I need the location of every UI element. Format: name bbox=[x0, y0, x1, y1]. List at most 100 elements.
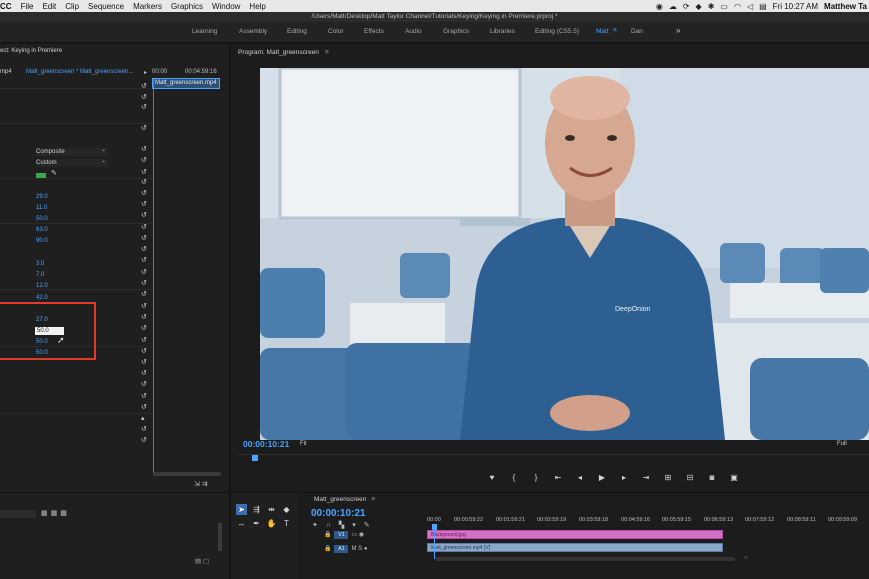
program-playhead[interactable] bbox=[252, 455, 258, 461]
param-value[interactable]: 3.0 bbox=[36, 261, 44, 267]
reset-icon[interactable]: ↺ bbox=[141, 347, 147, 355]
param-value[interactable]: 29.0 bbox=[36, 194, 48, 200]
settings-dropdown[interactable]: Custom bbox=[36, 157, 108, 167]
key-color-swatch[interactable] bbox=[36, 173, 46, 178]
param-value[interactable]: 7.0 bbox=[36, 272, 44, 278]
hand-icon[interactable]: ✋ bbox=[266, 518, 277, 529]
lock-icon[interactable]: 🔒 bbox=[324, 546, 331, 552]
play-icon[interactable]: ▸ bbox=[144, 69, 147, 76]
workspace-matt[interactable]: Matt bbox=[596, 28, 609, 35]
reset-icon[interactable]: ↺ bbox=[141, 93, 147, 101]
bin-icons[interactable]: ▦▦▦ bbox=[41, 509, 70, 517]
workspace-effects[interactable]: Effects bbox=[364, 28, 384, 35]
eye-icon[interactable]: ◉ bbox=[359, 532, 364, 538]
reset-icon[interactable]: ↺ bbox=[141, 211, 147, 219]
creative-cloud-icon[interactable]: ☁ bbox=[669, 2, 677, 11]
zoom-dropdown[interactable]: Fit bbox=[300, 441, 330, 449]
workspace-editing[interactable]: Editing bbox=[287, 28, 307, 35]
reset-icon[interactable]: ↺ bbox=[141, 392, 147, 400]
ec-clip-bar[interactable]: Matt_greenscreen.mp4 bbox=[152, 78, 220, 89]
param-value[interactable]: 63.0 bbox=[36, 227, 48, 233]
reset-icon[interactable]: ↺ bbox=[141, 425, 147, 433]
zoom-handle-icon[interactable]: ○ bbox=[744, 555, 748, 561]
pen-icon[interactable]: ✒ bbox=[251, 518, 262, 529]
wifi-icon[interactable]: ◠ bbox=[734, 2, 741, 11]
workspace-graphics[interactable]: Graphics bbox=[443, 28, 469, 35]
reset-icon[interactable]: ↺ bbox=[141, 436, 147, 444]
param-value[interactable]: 42.0 bbox=[36, 295, 48, 301]
timeline-tool-icons[interactable]: ✦∩▚▾✎ bbox=[312, 521, 378, 529]
step-back-icon[interactable]: ◂ bbox=[574, 473, 586, 482]
panel-menu-icon[interactable]: ≡ bbox=[325, 49, 329, 56]
panel-menu-icon[interactable]: ≡ bbox=[371, 496, 375, 503]
background-clip[interactable]: Background.jpg bbox=[427, 530, 723, 539]
reset-icon[interactable]: ↺ bbox=[141, 336, 147, 344]
go-to-in-icon[interactable]: ⇤ bbox=[552, 473, 564, 482]
timeline-timecode[interactable]: 00:00:10:21 bbox=[311, 508, 365, 519]
workspace-editing-cs55[interactable]: Editing (CS5.5) bbox=[535, 28, 579, 35]
workspace-libraries[interactable]: Libraries bbox=[490, 28, 515, 35]
add-marker-icon[interactable]: ♥ bbox=[486, 473, 498, 482]
program-timecode[interactable]: 00:00:10:21 bbox=[243, 439, 289, 449]
track-label-a1[interactable]: A1 bbox=[334, 545, 349, 553]
param-value[interactable]: 90.0 bbox=[36, 238, 48, 244]
workspace-assembly[interactable]: Assembly bbox=[239, 28, 267, 35]
ripple-edit-icon[interactable]: ⇹ bbox=[266, 504, 277, 515]
type-icon[interactable]: T bbox=[281, 518, 292, 529]
user-name[interactable]: Matthew Ta bbox=[824, 2, 867, 11]
record-icon[interactable]: ◉ bbox=[656, 2, 663, 11]
screen-icon[interactable]: ▭ bbox=[720, 2, 728, 11]
clock[interactable]: Fri 10:27 AM bbox=[773, 2, 818, 11]
play-icon[interactable]: ▶ bbox=[596, 473, 608, 482]
reset-icon[interactable]: ↺ bbox=[141, 268, 147, 276]
compare-icon[interactable]: ▣ bbox=[728, 473, 740, 482]
razor-icon[interactable]: ◆ bbox=[281, 504, 292, 515]
reset-icon[interactable]: ↺ bbox=[141, 124, 147, 132]
menu-markers[interactable]: Markers bbox=[133, 2, 162, 11]
track-label-v1[interactable]: V1 bbox=[334, 531, 349, 539]
param-value[interactable]: 12.0 bbox=[36, 283, 48, 289]
workspace-menu-icon[interactable]: ≡ bbox=[613, 27, 617, 34]
eyedropper-icon[interactable]: ✎ bbox=[51, 169, 57, 177]
workspace-audio[interactable]: Audio bbox=[405, 28, 422, 35]
mark-in-icon[interactable]: { bbox=[508, 473, 520, 482]
sequence-tab[interactable]: Matt_greenscreen ≡ bbox=[314, 496, 375, 503]
menu-file[interactable]: File bbox=[21, 2, 34, 11]
workspace-color[interactable]: Color bbox=[328, 28, 344, 35]
slip-icon[interactable]: ↔ bbox=[236, 518, 247, 529]
reset-icon[interactable]: ↺ bbox=[141, 358, 147, 366]
reset-icon[interactable]: ↺ bbox=[141, 200, 147, 208]
video-clip[interactable]: Matt_greenscreen.mp4 [V] bbox=[427, 543, 723, 552]
reset-icon[interactable]: ↺ bbox=[141, 403, 147, 411]
reset-icon[interactable]: ↺ bbox=[141, 189, 147, 197]
reset-icon[interactable]: ↺ bbox=[141, 313, 147, 321]
mark-out-icon[interactable]: } bbox=[530, 473, 542, 482]
more-workspaces-icon[interactable]: » bbox=[676, 26, 680, 35]
reset-icon[interactable]: ↺ bbox=[141, 156, 147, 164]
reset-icon[interactable]: ↺ bbox=[141, 369, 147, 377]
reset-icon[interactable]: ↺ bbox=[141, 223, 147, 231]
reset-icon[interactable]: ↺ bbox=[141, 168, 147, 176]
camera-icon[interactable]: ◙ bbox=[706, 473, 718, 482]
menu-clip[interactable]: Clip bbox=[65, 2, 79, 11]
mute-icon[interactable]: M bbox=[351, 546, 356, 552]
solo-icon[interactable]: S bbox=[358, 546, 362, 552]
clip-path[interactable]: Matt_greenscreen * Matt_greenscreen... bbox=[26, 69, 133, 75]
timeline-scrollbar[interactable] bbox=[435, 557, 735, 561]
reset-icon[interactable]: ↺ bbox=[141, 290, 147, 298]
lift-icon[interactable]: ⊞ bbox=[662, 473, 674, 482]
export-frame-icon[interactable]: ⇲ ⇉ bbox=[194, 480, 208, 488]
lock-icon[interactable]: 🔒 bbox=[324, 532, 331, 538]
menu-graphics[interactable]: Graphics bbox=[171, 2, 203, 11]
search-input[interactable] bbox=[0, 510, 36, 518]
menu-window[interactable]: Window bbox=[212, 2, 240, 11]
extract-icon[interactable]: ⊟ bbox=[684, 473, 696, 482]
reset-icon[interactable]: ↺ bbox=[141, 302, 147, 310]
reset-icon[interactable]: ↺ bbox=[141, 279, 147, 287]
reset-icon[interactable]: ↺ bbox=[141, 178, 147, 186]
sync-icon[interactable]: ⟳ bbox=[683, 2, 690, 11]
reset-icon[interactable]: ↺ bbox=[141, 234, 147, 242]
new-item-icon[interactable]: ▤ ▢ bbox=[195, 557, 209, 565]
app-menu[interactable]: CC bbox=[0, 2, 12, 11]
workspace-dan[interactable]: Dan bbox=[631, 28, 643, 35]
